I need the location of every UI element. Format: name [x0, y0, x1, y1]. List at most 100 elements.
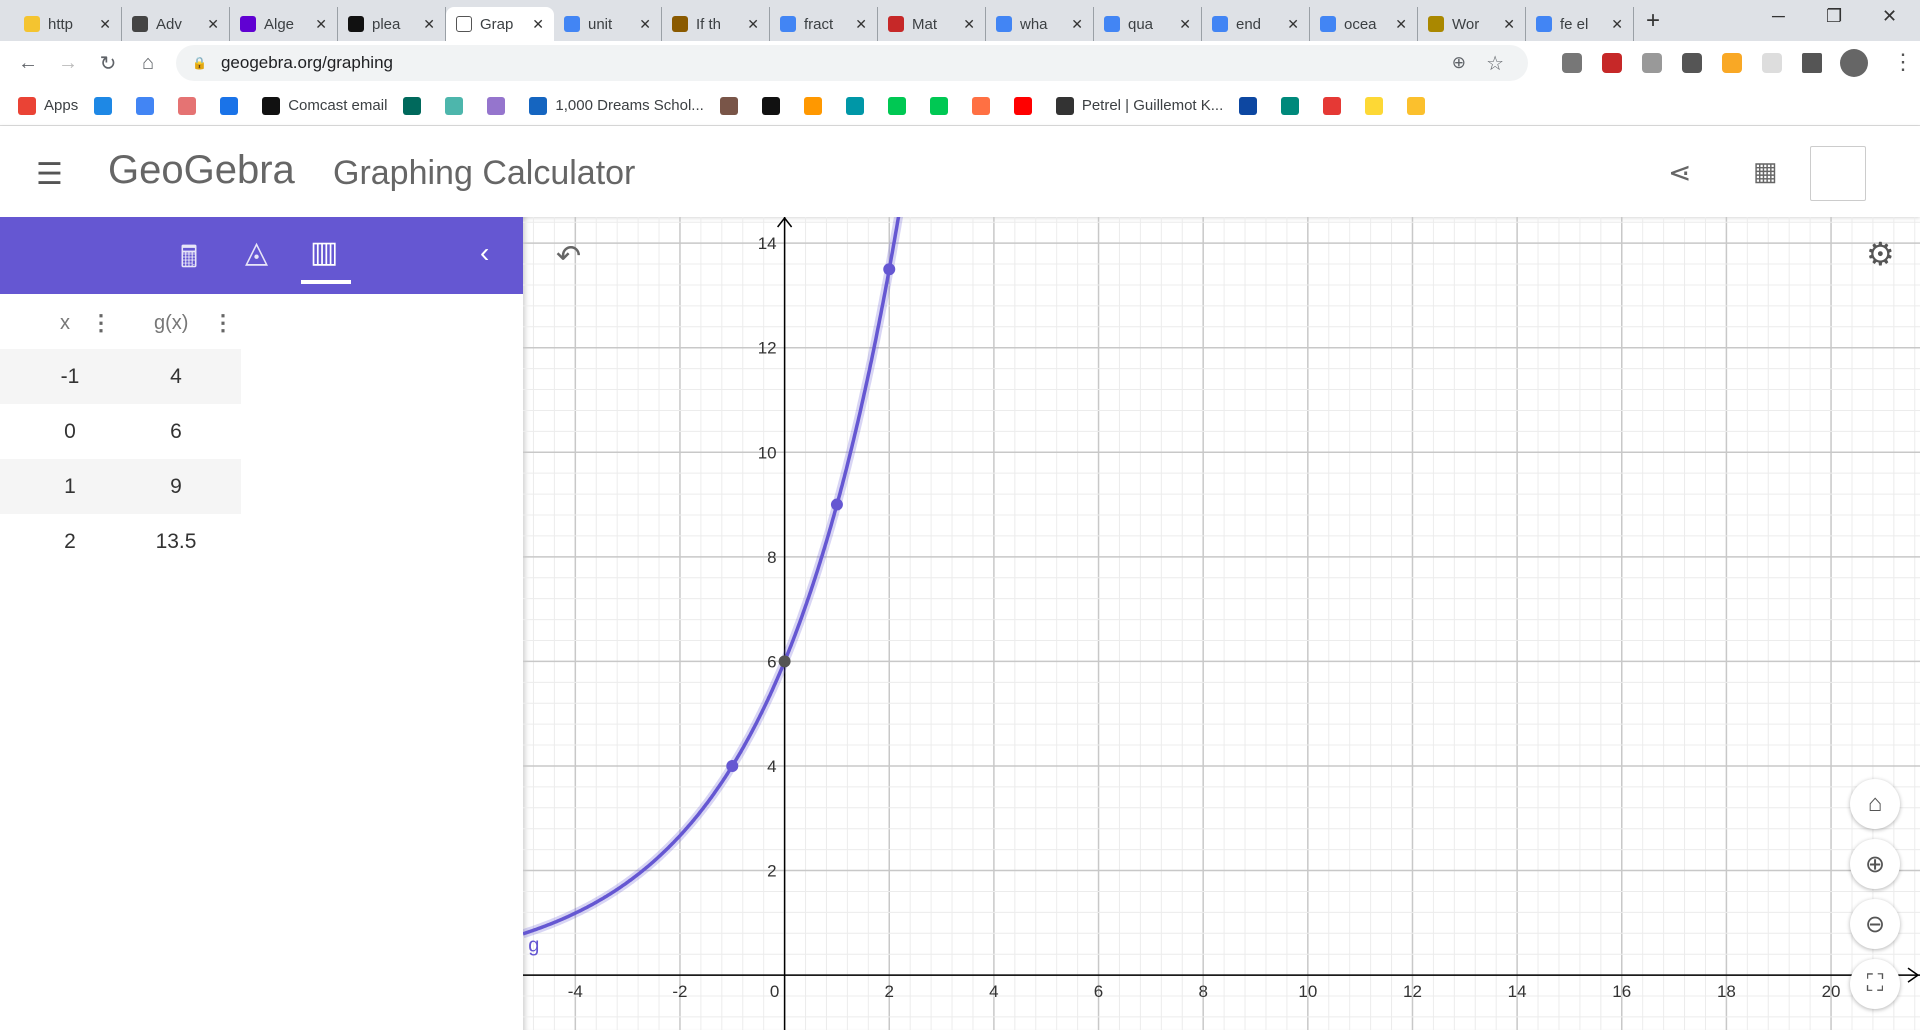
settings-gear-icon[interactable]: ⚙ — [1866, 235, 1895, 273]
restore-button[interactable]: ❐ — [1826, 6, 1842, 27]
table-row[interactable]: -1 4 — [0, 349, 241, 404]
table-row[interactable]: 19 — [0, 459, 241, 514]
extension-icon[interactable] — [1762, 53, 1782, 73]
bookmark-item[interactable]: 1,000 Dreams Schol... — [529, 96, 704, 115]
column-menu-icon[interactable]: ⋮ — [90, 310, 112, 336]
minimize-button[interactable]: ─ — [1772, 6, 1785, 27]
browser-tab[interactable]: wha ✕ — [986, 7, 1094, 41]
home-view-button[interactable]: ⌂ — [1850, 779, 1900, 829]
bookmark-item[interactable] — [1013, 96, 1040, 115]
tab-close-icon[interactable]: ✕ — [99, 16, 111, 33]
bookmark-item[interactable] — [403, 96, 429, 115]
bookmark-item[interactable] — [220, 96, 246, 115]
bookmark-item[interactable] — [719, 96, 746, 115]
tab-close-icon[interactable]: ✕ — [532, 16, 544, 33]
bookmark-item[interactable] — [929, 96, 956, 115]
tools-icon[interactable]: ◬ — [245, 235, 268, 270]
bookmark-item[interactable]: Comcast email — [262, 96, 387, 115]
browser-tab[interactable]: ocea ✕ — [1310, 7, 1418, 41]
bookmark-item[interactable] — [845, 96, 872, 115]
undo-icon[interactable]: ↶ — [556, 239, 581, 274]
bookmark-item[interactable] — [178, 96, 204, 115]
zoom-icon[interactable]: ⊕ — [1452, 53, 1466, 73]
browser-tab[interactable]: Grap ✕ — [446, 7, 554, 41]
back-icon[interactable]: ← — [8, 52, 48, 75]
browser-tab[interactable]: Alge ✕ — [230, 7, 338, 41]
tab-close-icon[interactable]: ✕ — [747, 16, 759, 33]
extension-icon[interactable] — [1562, 53, 1582, 73]
extension-icon[interactable] — [1682, 53, 1702, 73]
calculator-icon[interactable]: 🖩 — [180, 235, 198, 286]
bookmark-item[interactable] — [1407, 96, 1433, 115]
collapse-panel-icon[interactable]: ‹ — [480, 237, 489, 269]
bookmark-item[interactable] — [94, 96, 120, 115]
tab-close-icon[interactable]: ✕ — [1611, 16, 1623, 33]
browser-tab[interactable]: plea ✕ — [338, 7, 446, 41]
tab-close-icon[interactable]: ✕ — [207, 16, 219, 33]
zoom-in-button[interactable]: ⊕ — [1850, 839, 1900, 889]
cell-gx[interactable]: 9 — [146, 475, 206, 499]
bookmark-item[interactable] — [1365, 96, 1391, 115]
close-window-button[interactable]: ✕ — [1882, 6, 1897, 27]
cell-x[interactable]: 0 — [40, 420, 100, 444]
browser-tab[interactable]: unit ✕ — [554, 7, 662, 41]
tab-close-icon[interactable]: ✕ — [423, 16, 435, 33]
more-menu-icon[interactable]: ⋮ — [1892, 49, 1914, 75]
browser-tab[interactable]: Adv ✕ — [122, 7, 230, 41]
graphics-view[interactable]: -4 -2 0 2 4 6 8 10 12 14 16 18 20 2 4 6 8 10 12 14 g ↶ ⚙ ⌂ ⊕… — [523, 217, 1920, 1030]
browser-tab[interactable]: fe el ✕ — [1526, 7, 1634, 41]
browser-tab[interactable]: fract ✕ — [770, 7, 878, 41]
browser-tab[interactable]: If th ✕ — [662, 7, 770, 41]
star-icon[interactable]: ☆ — [1486, 51, 1504, 76]
home-icon[interactable]: ⌂ — [128, 52, 168, 75]
tab-close-icon[interactable]: ✕ — [1179, 16, 1191, 33]
user-avatar[interactable] — [1810, 146, 1866, 201]
bookmark-item[interactable] — [803, 96, 830, 115]
browser-tab[interactable]: http ✕ — [14, 7, 122, 41]
cell-gx[interactable]: 6 — [146, 420, 206, 444]
browser-tab[interactable]: Wor ✕ — [1418, 7, 1526, 41]
tab-close-icon[interactable]: ✕ — [639, 16, 651, 33]
tab-close-icon[interactable]: ✕ — [1503, 16, 1515, 33]
table-row[interactable]: 2 13.5 — [0, 514, 241, 569]
forward-icon[interactable]: → — [48, 52, 88, 75]
bookmark-item[interactable]: Apps — [18, 96, 78, 115]
tab-close-icon[interactable]: ✕ — [1287, 16, 1299, 33]
zoom-out-button[interactable]: ⊖ — [1850, 899, 1900, 949]
table-row[interactable]: 06 — [0, 404, 241, 459]
browser-tab[interactable]: end ✕ — [1202, 7, 1310, 41]
bookmark-item[interactable] — [1239, 96, 1265, 115]
tab-close-icon[interactable]: ✕ — [1071, 16, 1083, 33]
bookmark-item[interactable] — [487, 96, 513, 115]
cell-x[interactable]: 1 — [40, 475, 100, 499]
tab-close-icon[interactable]: ✕ — [855, 16, 867, 33]
bookmark-item[interactable] — [971, 96, 998, 115]
cell-x[interactable]: -1 — [40, 365, 100, 389]
browser-tab[interactable]: qua ✕ — [1094, 7, 1202, 41]
hamburger-menu-icon[interactable]: ☰ — [36, 157, 63, 192]
cell-x[interactable]: 2 — [40, 530, 100, 554]
bookmark-item[interactable] — [1281, 96, 1307, 115]
bookmark-item[interactable] — [887, 96, 914, 115]
tab-close-icon[interactable]: ✕ — [963, 16, 975, 33]
graph-canvas[interactable]: -4 -2 0 2 4 6 8 10 12 14 16 18 20 2 4 6 8 10 12 14 g — [523, 217, 1920, 1030]
extension-icon[interactable] — [1642, 53, 1662, 73]
puzzle-icon[interactable] — [1802, 53, 1822, 73]
bookmark-item[interactable] — [761, 96, 788, 115]
tab-close-icon[interactable]: ✕ — [315, 16, 327, 33]
cell-gx[interactable]: 13.5 — [146, 530, 206, 554]
apps-grid-icon[interactable]: ▦ — [1753, 156, 1778, 187]
share-icon[interactable]: ⋖ — [1668, 156, 1691, 189]
bookmark-item[interactable] — [1323, 96, 1349, 115]
extension-icon[interactable] — [1602, 53, 1622, 73]
bookmark-item[interactable] — [136, 96, 162, 115]
reload-icon[interactable]: ↻ — [88, 51, 128, 76]
column-menu-icon[interactable]: ⋮ — [212, 310, 234, 336]
tab-close-icon[interactable]: ✕ — [1395, 16, 1407, 33]
extension-icon[interactable] — [1722, 53, 1742, 73]
cell-gx[interactable]: 4 — [146, 365, 206, 389]
profile-avatar[interactable] — [1840, 49, 1868, 77]
fullscreen-button[interactable]: ⛶ — [1850, 959, 1900, 1009]
url-input[interactable]: 🔒 geogebra.org/graphing ⊕ ☆ — [176, 45, 1528, 81]
new-tab-button[interactable]: + — [1646, 7, 1660, 35]
